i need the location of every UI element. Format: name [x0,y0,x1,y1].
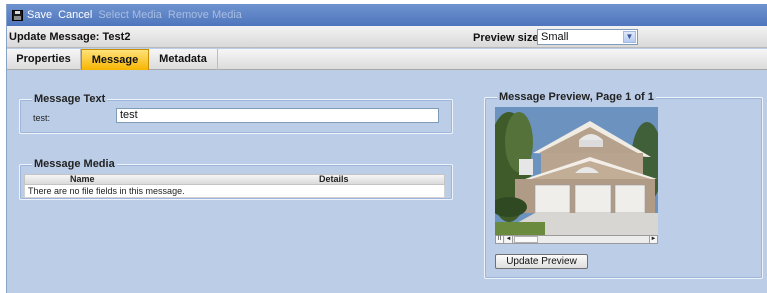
tab-properties[interactable]: Properties [7,49,81,70]
scroll-right-icon[interactable]: ► [649,236,657,243]
page-header: Update Message: Test2 Preview size: Smal… [7,26,767,48]
message-preview-legend: Message Preview, Page 1 of 1 [497,91,656,103]
column-header-name: Name [70,174,95,184]
test-field-label: test: [33,113,51,123]
preview-scrollbar[interactable]: II ◄ ► [495,235,658,244]
media-table: Name Details There are no file fields in… [24,174,445,198]
preview-size-label: Preview size: [473,32,543,44]
column-header-details: Details [319,174,349,184]
page-title: Update Message: Test2 [9,31,131,43]
test-field-input[interactable]: test [116,108,439,123]
save-label: Save [27,9,53,21]
pause-icon[interactable]: II [496,236,504,243]
message-media-group: Message Media Name Details There are no … [19,158,453,200]
scrollbar-thumb[interactable] [514,236,538,243]
chevron-down-icon[interactable]: ▼ [623,31,636,43]
save-button[interactable]: Save [12,9,52,21]
preview-size-select[interactable]: Small ▼ [537,29,638,45]
tab-metadata[interactable]: Metadata [149,49,218,70]
tab-bar: Properties Message Metadata [7,49,767,70]
media-table-header: Name Details [24,174,445,185]
scroll-left-icon[interactable]: ◄ [505,236,513,243]
cancel-label: Cancel [58,9,93,21]
select-media-button[interactable]: Select Media [98,9,162,21]
save-icon [12,9,23,21]
update-preview-button[interactable]: Update Preview [495,254,588,269]
message-text-group: Message Text test: test [19,93,453,134]
remove-media-label: Remove Media [167,9,242,21]
editor-frame: Save Cancel Select Media Remove Media Up… [6,4,767,293]
remove-media-button[interactable]: Remove Media [168,9,242,21]
cancel-button[interactable]: Cancel [58,9,92,21]
house-image-preview [495,107,658,235]
message-text-legend: Message Text [32,93,108,105]
toolbar: Save Cancel Select Media Remove Media [7,4,767,26]
media-empty-row: There are no file fields in this message… [24,185,445,198]
house-image [495,107,658,235]
select-media-label: Select Media [98,9,162,21]
preview-size-value: Small [541,31,569,43]
tab-message[interactable]: Message [81,49,149,70]
message-media-legend: Message Media [32,158,117,170]
